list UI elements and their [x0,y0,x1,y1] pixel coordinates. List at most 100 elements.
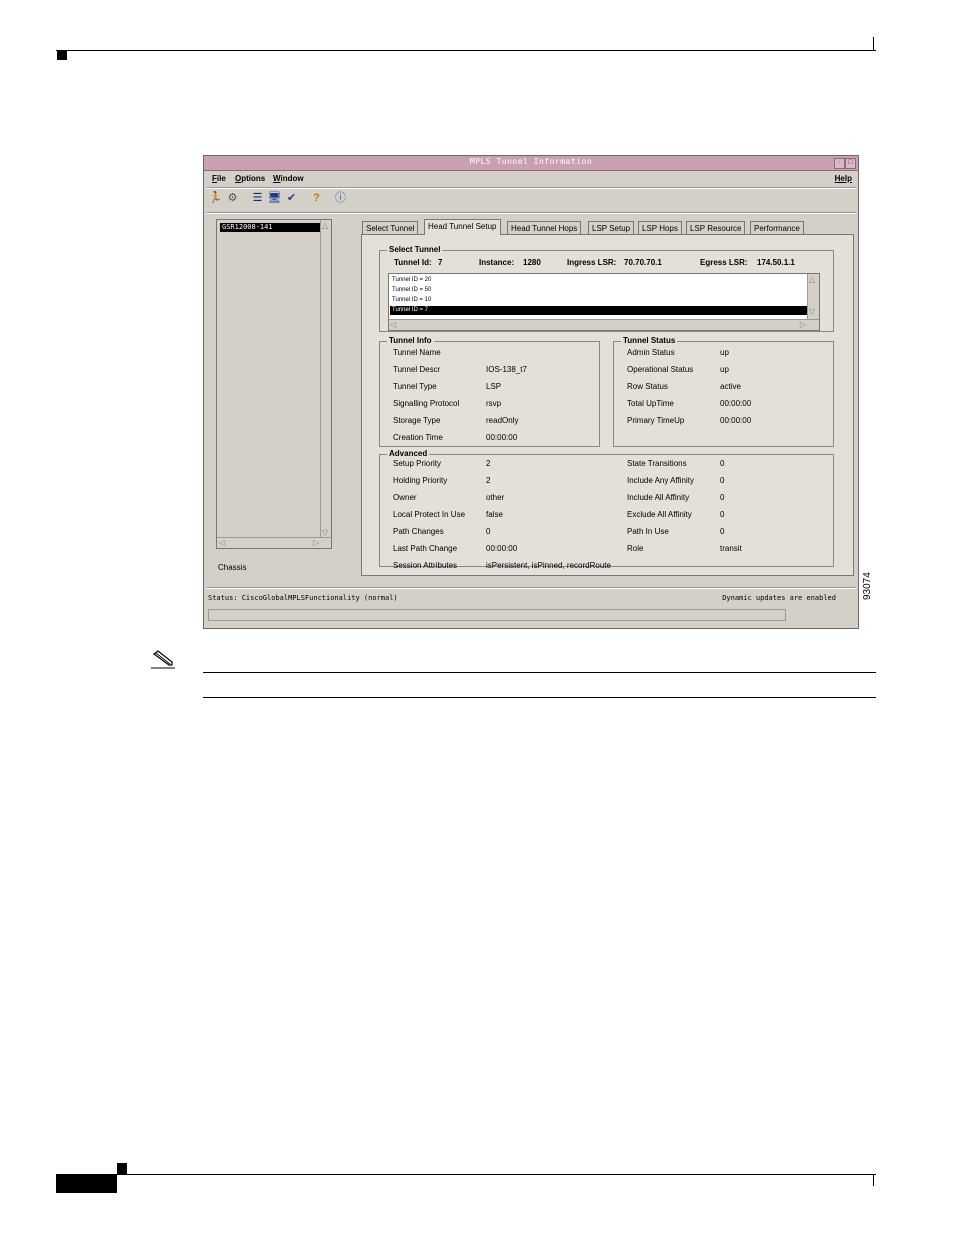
advanced-group: Advanced Setup Priority 2 Holding Priori… [379,449,834,570]
scroll-left-icon[interactable]: ◁ [390,320,396,329]
footer-marker [117,1163,127,1174]
role-label: Role [627,544,644,553]
holding-priority-value: 2 [486,476,491,485]
signalling-protocol-label: Signalling Protocol [393,399,460,408]
setup-priority-value: 2 [486,459,491,468]
scroll-left-icon[interactable]: ◁ [219,538,225,547]
local-protect-label: Local Protect In Use [393,510,466,519]
tab-performance[interactable]: Performance [750,221,804,234]
tunnel-id-value: 7 [438,258,443,267]
pencil-note-icon [151,650,175,669]
deploy-icon[interactable]: ⚙ [225,191,240,206]
menu-help[interactable]: Help [835,174,852,183]
menu-window[interactable]: Window [273,174,304,183]
primary-timeup-label: Primary TimeUp [627,416,685,425]
select-tunnel-legend: Select Tunnel [387,245,443,254]
status-text: Status: CiscoGlobalMPLSFunctionality (no… [208,594,398,602]
include-all-affinity-label: Include All Affinity [627,493,690,502]
monitor-icon[interactable]: 🖥 [267,191,282,206]
figure-id: 93074 [862,572,873,600]
tunnel-info-group: Tunnel Info Tunnel Name Tunnel Descr IOS… [379,336,600,447]
session-attributes-label: Session Attributes [393,561,458,570]
path-changes-value: 0 [486,527,491,536]
maximize-icon[interactable]: □ [845,158,856,169]
include-any-affinity-label: Include Any Affinity [627,476,695,485]
tab-lsp-resource[interactable]: LSP Resource [686,221,746,234]
ingress-lsr-value: 70.70.70.1 [624,258,662,267]
tunnel-info-legend: Tunnel Info [387,336,434,345]
menu-file[interactable]: File [212,174,226,183]
tree-vertical-scrollbar[interactable]: △ ▽ [320,220,331,538]
list-icon[interactable]: ☰ [250,191,265,206]
select-tunnel-group: Select Tunnel Tunnel Id: 7 Instance: 128… [379,245,834,332]
title-bar[interactable]: MPLS Tunnel Information · □ [204,156,858,171]
list-item[interactable]: Tunnel ID = 10 [390,296,808,305]
minimize-icon[interactable]: · [834,158,845,169]
toolbar-separator [206,212,856,214]
creation-time-value: 00:00:00 [486,433,518,442]
menu-options[interactable]: Options [235,174,265,183]
tunnel-descr-value: IOS-138_t7 [486,365,527,374]
row-status-value: active [720,382,741,391]
mpls-tunnel-window: MPLS Tunnel Information · □ File Options… [203,155,859,629]
note-rule-top [203,672,876,673]
chassis-label: Chassis [218,563,247,572]
info-icon[interactable]: ⓘ [333,191,348,206]
scroll-up-icon[interactable]: △ [322,221,328,230]
header-marker [57,51,67,60]
admin-status-value: up [720,348,729,357]
tunnel-type-value: LSP [486,382,502,391]
footer-page-block [56,1175,117,1193]
admin-status-label: Admin Status [627,348,675,357]
tunnel-id-label: Tunnel Id: [394,258,432,267]
tab-select-tunnel[interactable]: Select Tunnel [362,221,419,234]
note-rule-bottom [203,697,876,698]
row-status-label: Row Status [627,382,668,391]
check-icon[interactable]: ✔ [284,191,299,206]
tunnel-status-legend: Tunnel Status [621,336,678,345]
tab-head-tunnel-setup[interactable]: Head Tunnel Setup [424,219,501,235]
tunnel-name-label: Tunnel Name [393,348,441,357]
tree-node-selected[interactable]: GSR12008-141 [220,223,328,232]
scroll-right-icon[interactable]: ▷ [800,320,806,329]
scroll-down-icon[interactable]: ▽ [322,528,328,537]
run-icon[interactable]: 🏃 [208,191,223,206]
owner-label: Owner [393,493,417,502]
instance-label: Instance: [479,258,515,267]
progress-bar [208,609,786,621]
include-all-affinity-value: 0 [720,493,725,502]
exclude-all-affinity-label: Exclude All Affinity [627,510,692,519]
help-icon[interactable]: ? [309,191,324,206]
tab-lsp-setup[interactable]: LSP Setup [588,221,635,234]
menu-bar: File Options Window Help [204,171,858,187]
advanced-legend: Advanced [387,449,430,458]
scroll-right-icon[interactable]: ▷ [313,538,319,547]
tree-horizontal-scrollbar[interactable]: ◁ ▷ [217,537,331,548]
header-tick [873,37,874,51]
last-path-change-value: 00:00:00 [486,544,518,553]
device-tree[interactable]: GSR12008-141 △ ▽ ◁ ▷ [216,219,332,549]
list-item-selected[interactable]: Tunnel ID = 7 [390,306,808,315]
include-any-affinity-value: 0 [720,476,725,485]
total-uptime-value: 00:00:00 [720,399,752,408]
egress-lsr-value: 174.50.1.1 [757,258,795,267]
head-tunnel-setup-panel: Select Tunnel Tunnel Id: 7 Instance: 128… [361,234,854,576]
list-item[interactable]: Tunnel ID = 20 [390,276,808,285]
tab-head-tunnel-hops[interactable]: Head Tunnel Hops [507,221,582,234]
menu-separator [206,187,856,189]
scroll-down-icon[interactable]: ▽ [809,307,815,316]
path-changes-label: Path Changes [393,527,444,536]
scroll-up-icon[interactable]: △ [809,275,815,284]
list-item[interactable]: Tunnel ID = 50 [390,286,808,295]
session-attributes-value: isPersistent, isPinned, recordRoute [486,561,611,570]
creation-time-label: Creation Time [393,433,443,442]
tunnel-listbox[interactable]: Tunnel ID = 20 Tunnel ID = 50 Tunnel ID … [388,273,820,331]
path-in-use-label: Path In Use [627,527,669,536]
tab-lsp-hops[interactable]: LSP Hops [638,221,682,234]
exclude-all-affinity-value: 0 [720,510,725,519]
last-path-change-label: Last Path Change [393,544,458,553]
dynamic-updates-text: Dynamic updates are enabled [722,594,836,602]
signalling-protocol-value: rsvp [486,399,502,408]
list-horizontal-scrollbar[interactable]: ◁ ▷ [389,319,819,330]
list-vertical-scrollbar[interactable]: △ ▽ [807,274,819,319]
